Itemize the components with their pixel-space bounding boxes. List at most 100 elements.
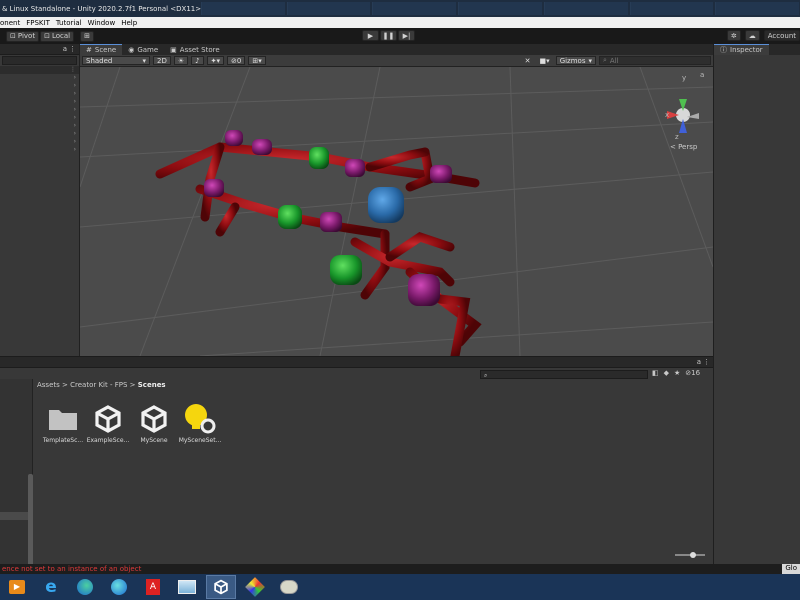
lock-icon[interactable]: a <box>697 358 701 366</box>
scene-render[interactable]: y x z < Persp a <box>80 67 713 356</box>
hierarchy-row[interactable]: › <box>0 114 79 122</box>
hierarchy-row[interactable]: › <box>0 98 79 106</box>
hierarchy-row[interactable]: › <box>0 90 79 98</box>
lock-icon[interactable]: a <box>63 45 67 53</box>
account-button[interactable]: Account <box>763 30 800 41</box>
more-options-icon[interactable]: ⋮ <box>703 358 710 366</box>
menu-fpskit[interactable]: FPSKIT <box>26 19 56 27</box>
persp-label[interactable]: < Persp <box>670 143 698 151</box>
asset-item[interactable]: MySceneSet... <box>177 401 223 444</box>
scene-viewport[interactable]: y x z < Persp a <box>80 67 713 356</box>
background-tab[interactable] <box>286 2 371 15</box>
grid-toggle[interactable]: ⊞▾ <box>248 56 266 65</box>
hierarchy-row[interactable]: › <box>0 146 79 154</box>
background-tab[interactable] <box>543 2 628 15</box>
more-icon[interactable]: ⋮ <box>70 66 76 73</box>
expand-arrow-icon[interactable]: › <box>74 74 76 81</box>
hierarchy-search-input[interactable] <box>2 56 77 65</box>
project-panel: a ⋮ ⌕ ◧ ◆ ★ ⊘16 Assets > Creator Kit - F… <box>0 356 713 574</box>
scene-gizmo[interactable] <box>667 99 699 133</box>
asset-item[interactable]: MyScene <box>131 401 177 444</box>
camera-dropdown[interactable]: ■▾ <box>537 56 553 65</box>
grid-snap-icon: ⊞ <box>84 32 90 40</box>
taskbar-acrobat[interactable]: A <box>138 575 168 599</box>
asset-item[interactable]: TemplateSc... <box>40 401 86 444</box>
background-tab[interactable] <box>715 2 800 15</box>
mode-2d-toggle[interactable]: 2D <box>153 56 171 65</box>
local-label: Local <box>51 32 71 40</box>
filter-by-type-icon[interactable]: ◧ <box>652 369 659 377</box>
taskbar-media-player[interactable]: ▶ <box>2 575 32 599</box>
effects-dropdown[interactable]: ✦▾ <box>206 56 224 65</box>
expand-arrow-icon[interactable]: › <box>74 106 76 113</box>
favorite-star-icon[interactable]: ★ <box>674 369 680 377</box>
taskbar-internet-explorer[interactable]: e <box>36 575 66 599</box>
slider-knob[interactable] <box>690 552 696 558</box>
tab-asset-store[interactable]: ▣ Asset Store <box>164 44 226 55</box>
menu-help[interactable]: Help <box>121 19 143 27</box>
status-bar[interactable]: ence not set to an instance of an object… <box>0 564 800 574</box>
step-button[interactable]: ▶| <box>398 30 415 41</box>
green-tank <box>309 147 329 169</box>
expand-arrow-icon[interactable]: › <box>74 114 76 121</box>
taskbar-game-app[interactable] <box>240 575 270 599</box>
expand-arrow-icon[interactable]: › <box>74 82 76 89</box>
tab-game[interactable]: ◉ Game <box>122 44 164 55</box>
hierarchy-row[interactable]: › <box>0 130 79 138</box>
taskbar-file-explorer[interactable] <box>172 575 202 599</box>
breadcrumb-assets[interactable]: Assets <box>37 381 60 389</box>
audio-toggle[interactable]: ♪ <box>191 56 204 65</box>
breadcrumb-scenes[interactable]: Scenes <box>138 381 166 389</box>
tab-inspector[interactable]: ⓘ Inspector <box>714 44 769 55</box>
pause-button[interactable]: ❚❚ <box>380 30 397 41</box>
more-options-icon[interactable]: ⋮ <box>69 45 76 53</box>
expand-arrow-icon[interactable]: › <box>74 138 76 145</box>
background-tab[interactable] <box>201 2 285 15</box>
gizmo-lock-icon[interactable]: a <box>700 71 704 79</box>
hierarchy-row[interactable]: › <box>0 106 79 114</box>
tree-scrollbar[interactable] <box>28 474 33 574</box>
menu-component[interactable]: onent <box>0 19 26 27</box>
scene-search-input[interactable]: ⌕ All <box>599 56 711 65</box>
filter-by-label-icon[interactable]: ◆ <box>664 369 669 377</box>
background-tab[interactable] <box>629 2 714 15</box>
background-tab[interactable] <box>458 2 542 15</box>
lighting-toggle[interactable]: ☀ <box>173 56 189 65</box>
play-button[interactable]: ▶ <box>362 30 379 41</box>
pivot-toggle[interactable]: ⊡ Pivot <box>6 30 40 42</box>
breadcrumb-creator-kit[interactable]: Creator Kit - FPS <box>70 381 127 389</box>
menu-window[interactable]: Window <box>88 19 122 27</box>
cloud-button[interactable]: ☁ <box>744 30 760 41</box>
taskbar-unity[interactable] <box>206 575 236 599</box>
expand-arrow-icon[interactable]: › <box>74 90 76 97</box>
tab-scene[interactable]: # Scene <box>80 44 123 55</box>
tree-selected-row[interactable] <box>0 512 28 520</box>
asset-item[interactable]: ExampleSce... <box>85 401 131 444</box>
local-toggle[interactable]: ⊡ Local <box>40 30 75 42</box>
taskbar-paint[interactable] <box>274 575 304 599</box>
project-search-input[interactable]: ⌕ <box>480 370 648 379</box>
hierarchy-row[interactable]: › <box>0 82 79 90</box>
hierarchy-row[interactable]: ⋮ <box>0 66 79 74</box>
expand-arrow-icon[interactable]: › <box>74 130 76 137</box>
expand-arrow-icon[interactable]: › <box>74 122 76 129</box>
grid-snap-button[interactable]: ⊞ <box>80 30 94 42</box>
background-tab[interactable] <box>372 2 457 15</box>
expand-arrow-icon[interactable]: › <box>74 146 76 153</box>
gizmos-dropdown[interactable]: Gizmos ▾ <box>555 56 596 65</box>
hidden-objects-toggle[interactable]: ⊘ 0 <box>226 56 246 65</box>
tools-toggle[interactable]: ✕ <box>522 56 534 65</box>
menu-tutorial[interactable]: Tutorial <box>56 19 88 27</box>
taskbar-edge[interactable] <box>70 575 100 599</box>
hierarchy-row[interactable]: › <box>0 138 79 146</box>
hierarchy-row[interactable]: › <box>0 74 79 82</box>
hidden-packages-toggle[interactable]: ⊘16 <box>685 369 700 377</box>
icon-size-slider[interactable] <box>675 552 705 558</box>
error-message[interactable]: ence not set to an instance of an object <box>2 565 141 573</box>
collab-button[interactable]: ✲ <box>726 30 741 41</box>
project-folder-tree[interactable] <box>0 379 33 574</box>
hierarchy-row[interactable]: › <box>0 122 79 130</box>
taskbar-edge-alt[interactable] <box>104 575 134 599</box>
shading-mode-dropdown[interactable]: Shaded ▾ <box>82 56 150 65</box>
expand-arrow-icon[interactable]: › <box>74 98 76 105</box>
